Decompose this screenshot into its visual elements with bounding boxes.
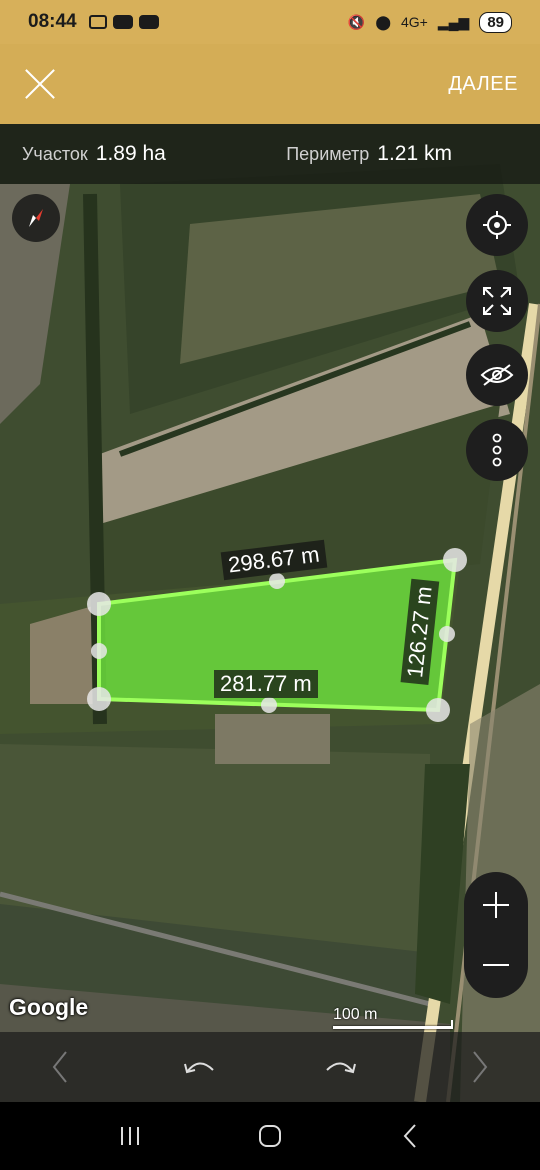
my-location-button[interactable] (466, 194, 528, 256)
back-button[interactable] (390, 1116, 430, 1156)
mute-icon: 🔇 (347, 13, 366, 30)
recent-apps-button[interactable] (110, 1116, 150, 1156)
home-button[interactable] (250, 1116, 290, 1156)
next-button[interactable]: ДАЛЕЕ (448, 73, 518, 96)
measurement-info-bar: Участок 1.89 ha Периметр 1.21 km (0, 124, 540, 184)
area-label: Участок (22, 144, 88, 164)
signal-icon: ▂▄▆ (437, 13, 470, 30)
polygon-midpoint (439, 626, 455, 642)
visibility-toggle-button[interactable] (466, 344, 528, 406)
polygon-vertex (87, 592, 111, 616)
edit-toolbar (0, 1032, 540, 1102)
next-point-button[interactable] (460, 1047, 500, 1087)
perimeter-value: 1.21 km (377, 142, 452, 165)
perimeter-label: Периметр (286, 144, 370, 164)
network-type: 4G+ (401, 14, 428, 30)
polygon-midpoint (91, 643, 107, 659)
status-system: 🔇 ⬤ 4G+ ▂▄▆ 89 (347, 11, 512, 33)
more-options-button[interactable] (466, 419, 528, 481)
polygon-midpoint (269, 573, 285, 589)
polygon-vertex (426, 698, 450, 722)
status-notifications (88, 15, 159, 29)
zoom-in-button[interactable] (464, 874, 528, 936)
map-scale: 100 m (333, 1006, 453, 1029)
scale-label: 100 m (333, 1006, 378, 1023)
redo-icon (326, 1062, 356, 1074)
fullscreen-button[interactable] (466, 270, 528, 332)
youtube-icon (112, 15, 133, 29)
satellite-imagery (0, 124, 540, 1102)
redo-button[interactable] (320, 1047, 360, 1087)
visibility-off-icon (480, 364, 514, 386)
polygon-midpoint (261, 697, 277, 713)
recent-apps-icon (121, 1127, 139, 1145)
scale-line (333, 1020, 453, 1029)
area-value: 1.89 ha (95, 142, 166, 165)
perimeter-info: Периметр 1.21 km (286, 142, 452, 166)
plus-icon (483, 892, 509, 918)
status-bar: 08:44 🔇 ⬤ 4G+ ▂▄▆ 89 (0, 0, 540, 44)
google-attribution: Google (9, 994, 89, 1020)
screenshot-icon (88, 15, 107, 29)
polygon-vertex (443, 548, 467, 572)
app-bar: ДАЛЕЕ (0, 44, 540, 124)
area-info: Участок 1.89 ha (22, 142, 166, 166)
compass-icon[interactable] (12, 194, 60, 242)
edge-length-bottom: 281.77 m (214, 670, 318, 698)
minus-icon (483, 964, 509, 966)
youtube-icon (138, 15, 159, 29)
status-time: 08:44 (28, 11, 77, 32)
undo-button[interactable] (180, 1047, 220, 1087)
close-icon[interactable] (24, 68, 56, 100)
chevron-left-icon (52, 1051, 67, 1083)
back-icon (403, 1124, 416, 1148)
polygon-vertex (87, 687, 111, 711)
zoom-controls (464, 872, 528, 998)
home-icon (259, 1125, 281, 1147)
undo-icon (184, 1062, 214, 1074)
previous-point-button[interactable] (40, 1047, 80, 1087)
system-navigation-bar (0, 1102, 540, 1170)
fullscreen-icon (483, 287, 511, 315)
location-icon: ⬤ (375, 13, 391, 30)
battery-level: 89 (479, 11, 512, 33)
chevron-right-icon (473, 1051, 488, 1083)
more-vertical-icon (492, 433, 502, 467)
my-location-icon (483, 211, 511, 239)
map-view[interactable]: 298.67 m 126.27 m 281.77 m Участок 1.89 … (0, 124, 540, 1102)
zoom-out-button[interactable] (464, 934, 528, 996)
